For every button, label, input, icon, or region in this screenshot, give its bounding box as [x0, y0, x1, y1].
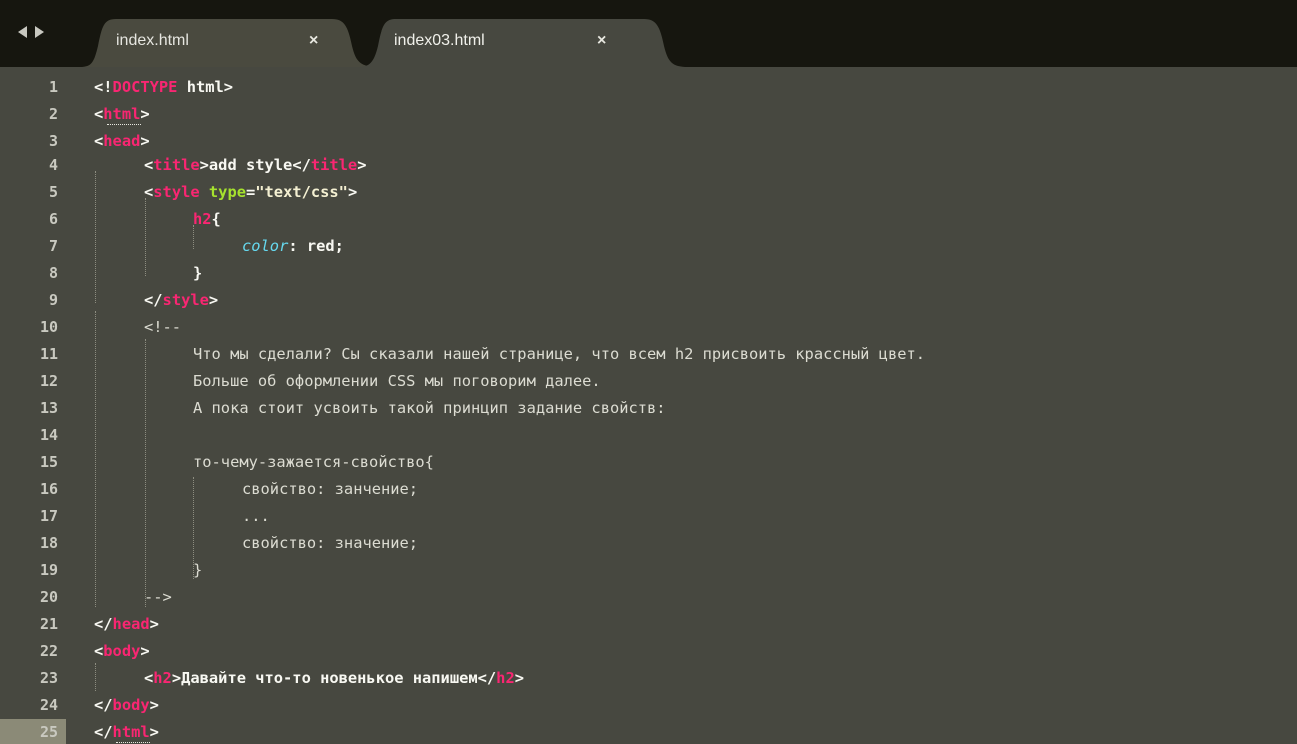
line-number: 14: [39, 426, 58, 444]
code-line: color: red;: [242, 237, 344, 255]
line-number: 20: [39, 588, 58, 606]
matched-tag-underline: [107, 124, 141, 125]
line-number: 10: [39, 318, 58, 336]
code-line: -->: [144, 588, 172, 606]
line-number: 5: [48, 183, 58, 201]
line-number: 22: [39, 642, 58, 660]
tab-index-html[interactable]: index.html ×: [80, 16, 380, 67]
code-line: }: [193, 264, 203, 282]
code-line: то-чему-зажается-свойство{: [193, 453, 434, 471]
code-line: Что мы сделали? Сы сказали нашей страниц…: [193, 345, 926, 363]
line-number: 4: [48, 156, 58, 174]
line-number: 21: [39, 615, 58, 633]
line-number: 6: [48, 210, 58, 228]
arrow-left-icon[interactable]: [18, 26, 27, 38]
code-line: <!--: [144, 318, 182, 336]
line-number: 7: [48, 237, 58, 255]
line-number: 12: [39, 372, 58, 390]
arrow-right-icon[interactable]: [35, 26, 44, 38]
line-number: 1: [48, 78, 58, 96]
code-line: ...: [242, 507, 270, 525]
line-number: 17: [39, 507, 58, 525]
close-icon[interactable]: ×: [597, 32, 606, 50]
code-line: Больше об оформлении CSS мы поговорим да…: [193, 372, 601, 390]
code-editor[interactable]: 1 2 3 4 5 6 7 8 9 10 11 12 13 14 15 16 1…: [0, 67, 1297, 744]
code-line: h2{: [193, 210, 221, 228]
code-line: </head>: [94, 615, 159, 633]
code-line: <!DOCTYPE html>: [94, 78, 234, 96]
line-number: 19: [39, 561, 58, 579]
tab-index03-html[interactable]: index03.html ×: [358, 16, 688, 67]
line-number: 15: [39, 453, 58, 471]
indent-guide: [145, 198, 146, 276]
code-line: свойство: занчение;: [242, 480, 419, 498]
line-number: 16: [39, 480, 58, 498]
code-line: свойство: значение;: [242, 534, 419, 552]
code-line: <title>add style</title>: [144, 156, 367, 174]
line-number: 13: [39, 399, 58, 417]
indent-guide: [95, 311, 96, 607]
matched-tag-underline: [116, 742, 150, 743]
line-number: 23: [39, 669, 58, 687]
line-number: 9: [48, 291, 58, 309]
tab-bar: index.html × index03.html ×: [0, 0, 1297, 67]
tab-navigation: [18, 20, 44, 44]
close-icon[interactable]: ×: [309, 32, 318, 50]
line-number: 8: [48, 264, 58, 282]
code-line: <html>: [94, 105, 150, 123]
indent-guide: [95, 663, 96, 691]
line-number: 3: [48, 132, 58, 150]
code-line: <body>: [94, 642, 150, 660]
line-number: 2: [48, 105, 58, 123]
line-number: 25: [39, 723, 58, 741]
tab-label: index03.html: [394, 32, 485, 49]
line-number: 11: [39, 345, 58, 363]
code-line: </style>: [144, 291, 219, 309]
line-number: 24: [39, 696, 58, 714]
editor-window: index.html × index03.html × 1 2 3 4 5 6 …: [0, 0, 1297, 744]
code-line: <head>: [94, 132, 150, 150]
code-line: <h2>Давайте что-то новенькое напишем</h2…: [144, 669, 524, 687]
line-number: 18: [39, 534, 58, 552]
code-line: </html>: [94, 723, 159, 741]
indent-guide: [95, 171, 96, 303]
code-line: А пока стоит усвоить такой принцип задан…: [193, 399, 666, 417]
indent-guide: [145, 339, 146, 607]
code-line: <style type="text/css">: [144, 183, 358, 201]
tab-label: index.html: [116, 32, 189, 49]
code-line: }: [193, 561, 203, 579]
code-line: </body>: [94, 696, 159, 714]
